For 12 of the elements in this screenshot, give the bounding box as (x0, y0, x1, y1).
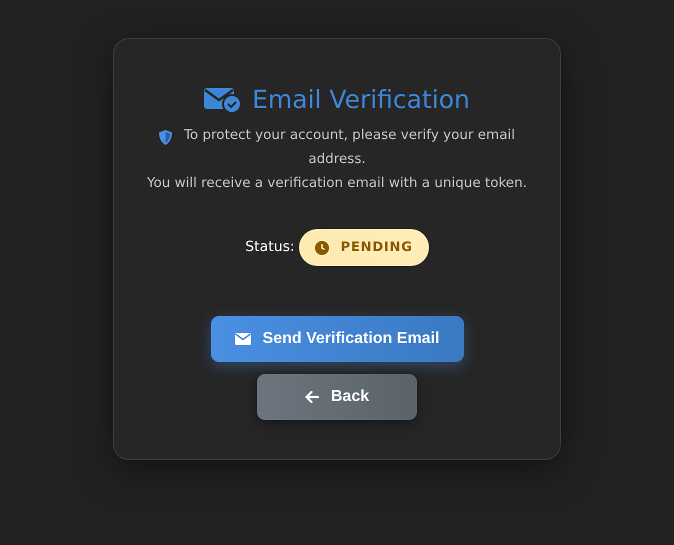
description-text: You will receive a verification email with a unique token. (146, 174, 528, 193)
mail-icon (234, 333, 251, 345)
status-label: Status: (245, 238, 295, 257)
send-email-button[interactable]: Send Verification Email (210, 316, 464, 362)
back-button[interactable]: Back (257, 374, 417, 420)
mail-check-icon (204, 87, 242, 113)
status-badge: PENDING (298, 229, 429, 266)
shield-icon (158, 130, 172, 145)
clock-icon (314, 240, 329, 254)
page-title: Email Verification (252, 84, 470, 116)
arrow-left-icon (304, 391, 319, 403)
description-text: To protect your account, please verify your email address. (152, 123, 522, 171)
